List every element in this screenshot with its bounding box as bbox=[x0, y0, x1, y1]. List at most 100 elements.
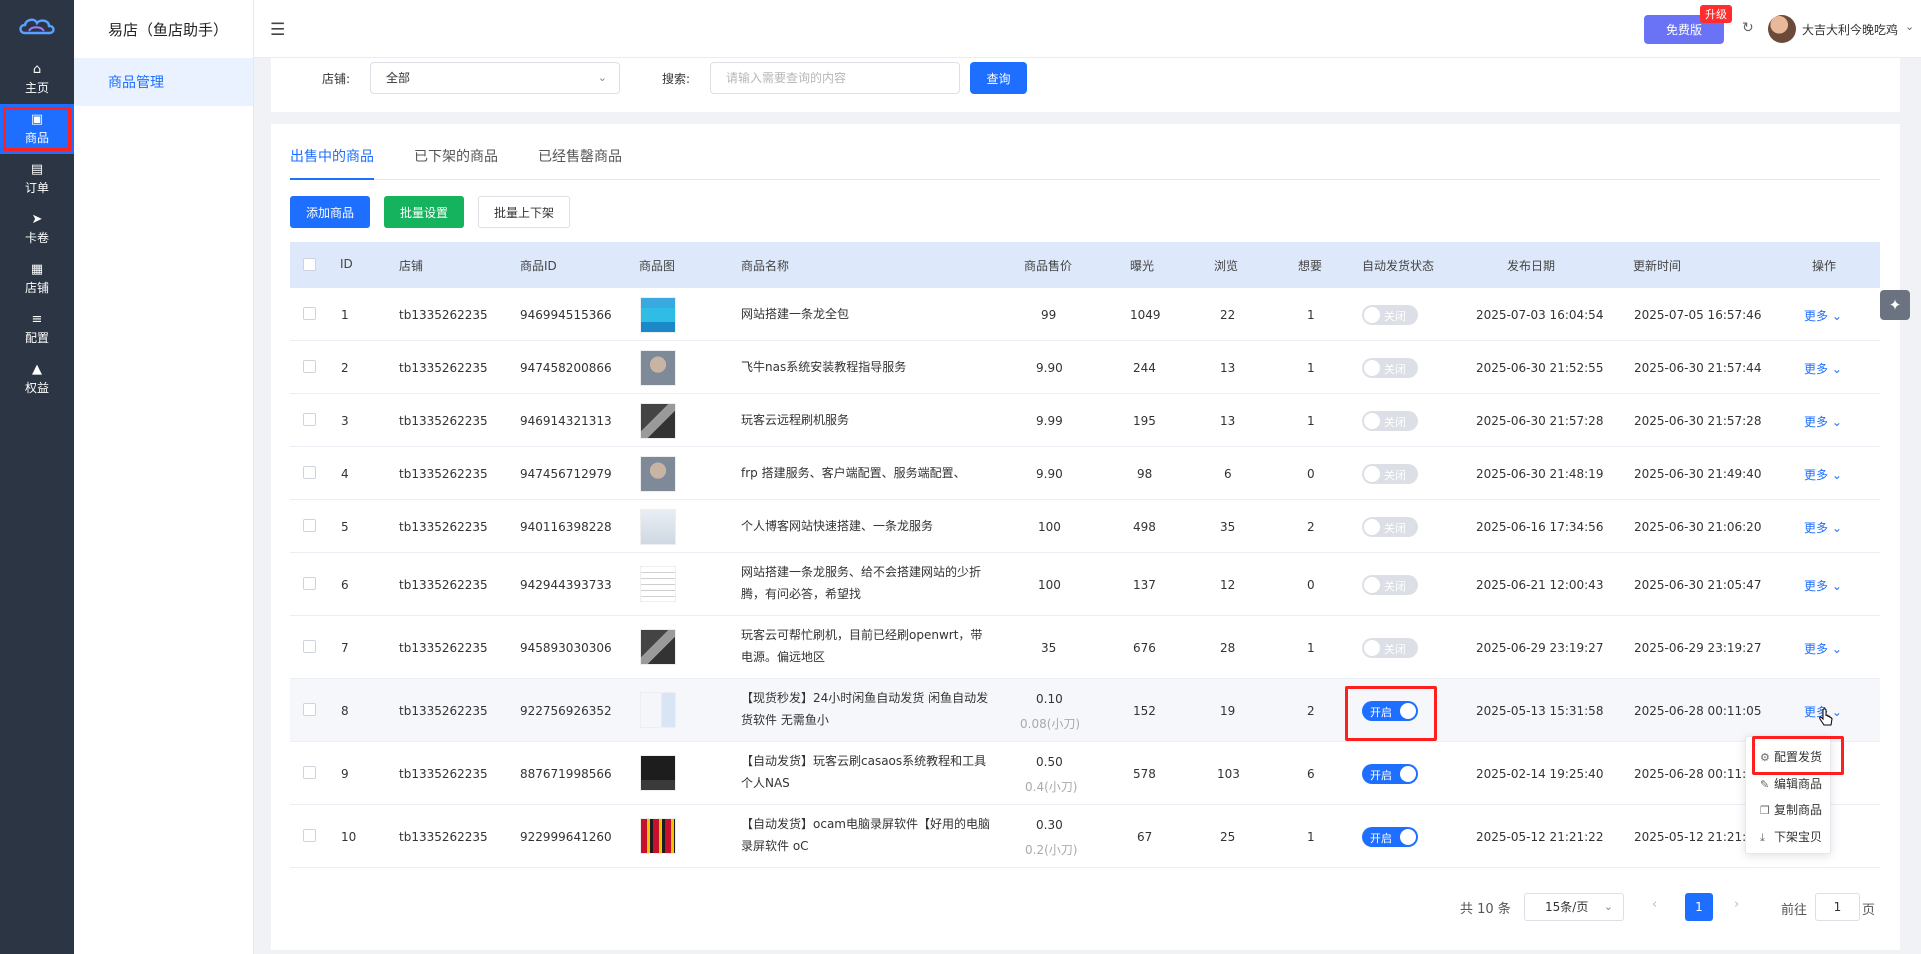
column-header[interactable]: ID bbox=[340, 257, 353, 271]
column-header[interactable]: 操作 bbox=[1812, 257, 1836, 274]
column-header[interactable]: 想要 bbox=[1298, 257, 1322, 274]
rail-item-rights[interactable]: ▲ 权益 bbox=[0, 354, 74, 404]
column-header[interactable]: 商品ID bbox=[520, 257, 557, 274]
row-checkbox[interactable] bbox=[303, 703, 316, 716]
product-thumbnail[interactable] bbox=[640, 509, 676, 545]
product-thumbnail[interactable] bbox=[640, 692, 676, 728]
cell-product-name[interactable]: frp 搭建服务、客户端配置、服务端配置、 bbox=[741, 462, 1001, 484]
auto-ship-toggle[interactable]: 开启 bbox=[1362, 827, 1418, 847]
column-header[interactable]: 发布日期 bbox=[1507, 257, 1555, 274]
rail-item-goods[interactable]: ▣ 商品 bbox=[0, 104, 74, 154]
menu-item-edit-goods[interactable]: ✎ 编辑商品 bbox=[1760, 775, 1822, 792]
row-checkbox[interactable] bbox=[303, 307, 316, 320]
auto-ship-toggle[interactable]: 关闭 bbox=[1362, 638, 1418, 658]
column-header[interactable]: 商品售价 bbox=[1024, 257, 1072, 274]
add-goods-button[interactable]: 添加商品 bbox=[290, 196, 370, 228]
tab-off-shelf[interactable]: 已下架的商品 bbox=[414, 146, 498, 166]
sidebar-item-goods-management[interactable]: 商品管理 bbox=[74, 58, 253, 106]
avatar[interactable] bbox=[1768, 15, 1796, 43]
page-size-select[interactable]: 15条/页 ⌄ bbox=[1524, 893, 1624, 921]
goto-page-input[interactable]: 1 bbox=[1815, 893, 1860, 921]
auto-ship-toggle[interactable]: 关闭 bbox=[1362, 575, 1418, 595]
username[interactable]: 大吉大利今晚吃鸡 bbox=[1802, 21, 1898, 38]
menu-item-delist[interactable]: ⤓ 下架宝贝 bbox=[1760, 828, 1822, 845]
more-actions-button[interactable]: 更多 ⌄ bbox=[1804, 413, 1842, 430]
auto-ship-toggle[interactable]: 关闭 bbox=[1362, 358, 1418, 378]
column-header[interactable]: 浏览 bbox=[1214, 257, 1238, 274]
cell-product-name[interactable]: 【自动发货】ocam电脑录屏软件【好用的电脑 录屏软件 oC bbox=[741, 813, 991, 857]
row-checkbox[interactable] bbox=[303, 577, 316, 590]
more-actions-button[interactable]: 更多 ⌄ bbox=[1804, 466, 1842, 483]
cell-product-name[interactable]: 个人博客网站快速搭建、一条龙服务 bbox=[741, 515, 991, 537]
column-header[interactable]: 店铺 bbox=[399, 257, 423, 274]
product-thumbnail[interactable] bbox=[640, 297, 676, 333]
upgrade-badge[interactable]: 升级 bbox=[1700, 5, 1732, 23]
cell-published: 2025-06-30 21:52:55 bbox=[1476, 361, 1604, 375]
product-thumbnail[interactable] bbox=[640, 818, 676, 854]
cell-product-name[interactable]: 飞牛nas系统安装教程指导服务 bbox=[741, 356, 991, 378]
rail-item-tickets[interactable]: ➤ 卡卷 bbox=[0, 204, 74, 254]
column-header[interactable]: 商品图 bbox=[639, 257, 675, 274]
cell-product-name[interactable]: 玩客云可帮忙刷机，目前已经刷openwrt，带电源。偏远地区 bbox=[741, 624, 991, 668]
cell-exposure: 244 bbox=[1133, 361, 1156, 375]
auto-ship-toggle[interactable]: 开启 bbox=[1362, 764, 1418, 784]
shop-select[interactable]: 全部 ⌄ bbox=[370, 62, 620, 94]
cell-product-name[interactable]: 网站搭建一条龙服务、给不会搭建网站的少折腾，有问必答，希望找 bbox=[741, 561, 991, 605]
column-header[interactable]: 自动发货状态 bbox=[1362, 257, 1434, 274]
cell-exposure: 578 bbox=[1133, 767, 1156, 781]
product-thumbnail[interactable] bbox=[640, 456, 676, 492]
row-checkbox[interactable] bbox=[303, 829, 316, 842]
chevron-down-icon[interactable]: ⌄ bbox=[1905, 20, 1914, 33]
rail-item-orders[interactable]: ▤ 订单 bbox=[0, 154, 74, 204]
more-actions-button[interactable]: 更多 ⌄ bbox=[1804, 519, 1842, 536]
tab-on-sale[interactable]: 出售中的商品 bbox=[290, 146, 374, 166]
row-checkbox[interactable] bbox=[303, 466, 316, 479]
product-thumbnail[interactable] bbox=[640, 566, 676, 602]
product-thumbnail[interactable] bbox=[640, 403, 676, 439]
row-checkbox[interactable] bbox=[303, 640, 316, 653]
prev-page-icon[interactable]: ‹ bbox=[1652, 897, 1657, 912]
cell-price-bargain: 0.08(小刀) bbox=[1020, 717, 1081, 731]
auto-ship-toggle[interactable]: 关闭 bbox=[1362, 411, 1418, 431]
rail-item-shop[interactable]: ▦ 店铺 bbox=[0, 254, 74, 304]
cell-product-id: 946914321313 bbox=[520, 414, 612, 428]
page-number-current[interactable]: 1 bbox=[1685, 893, 1713, 921]
column-header[interactable]: 更新时间 bbox=[1633, 257, 1681, 274]
batch-settings-button[interactable]: 批量设置 bbox=[384, 196, 464, 228]
auto-ship-toggle[interactable]: 开启 bbox=[1362, 701, 1418, 721]
batch-shelf-button[interactable]: 批量上下架 bbox=[478, 196, 570, 228]
rail-item-home[interactable]: ⌂ 主页 bbox=[0, 54, 74, 104]
app-logo[interactable] bbox=[0, 0, 74, 54]
auto-ship-toggle[interactable]: 关闭 bbox=[1362, 517, 1418, 537]
product-thumbnail[interactable] bbox=[640, 350, 676, 386]
cell-product-name[interactable]: 【自动发货】玩客云刷casaos系统教程和工具个人NAS bbox=[741, 750, 991, 794]
menu-toggle-icon[interactable]: ☰ bbox=[270, 20, 285, 40]
next-page-icon[interactable]: › bbox=[1734, 897, 1739, 912]
row-checkbox[interactable] bbox=[303, 413, 316, 426]
more-label: 更多 bbox=[1804, 642, 1829, 656]
query-button[interactable]: 查询 bbox=[970, 62, 1027, 94]
more-actions-button[interactable]: 更多 ⌄ bbox=[1804, 640, 1842, 657]
cell-product-name[interactable]: 网站搭建一条龙全包 bbox=[741, 303, 991, 325]
magic-wand-icon[interactable]: ✦ bbox=[1880, 290, 1910, 320]
product-thumbnail[interactable] bbox=[640, 755, 676, 791]
more-actions-button[interactable]: 更多 ⌄ bbox=[1804, 307, 1842, 324]
search-input[interactable] bbox=[710, 62, 960, 94]
menu-item-copy-goods[interactable]: ❐ 复制商品 bbox=[1760, 801, 1822, 818]
refresh-icon[interactable]: ↻ bbox=[1742, 20, 1754, 36]
row-checkbox[interactable] bbox=[303, 766, 316, 779]
column-header[interactable]: 商品名称 bbox=[741, 257, 789, 274]
select-all-checkbox[interactable] bbox=[303, 258, 316, 271]
tab-sold-out[interactable]: 已经售罄商品 bbox=[538, 146, 622, 166]
cell-product-name[interactable]: 玩客云远程刷机服务 bbox=[741, 409, 991, 431]
row-checkbox[interactable] bbox=[303, 519, 316, 532]
product-thumbnail[interactable] bbox=[640, 629, 676, 665]
rail-item-config[interactable]: ≡ 配置 bbox=[0, 304, 74, 354]
auto-ship-toggle[interactable]: 关闭 bbox=[1362, 305, 1418, 325]
more-actions-button[interactable]: 更多 ⌄ bbox=[1804, 360, 1842, 377]
column-header[interactable]: 曝光 bbox=[1130, 257, 1154, 274]
auto-ship-toggle[interactable]: 关闭 bbox=[1362, 464, 1418, 484]
row-checkbox[interactable] bbox=[303, 360, 316, 373]
more-actions-button[interactable]: 更多 ⌄ bbox=[1804, 577, 1842, 594]
cell-product-name[interactable]: 【现货秒发】24小时闲鱼自动发货 闲鱼自动发货软件 无需鱼小 bbox=[741, 687, 991, 731]
